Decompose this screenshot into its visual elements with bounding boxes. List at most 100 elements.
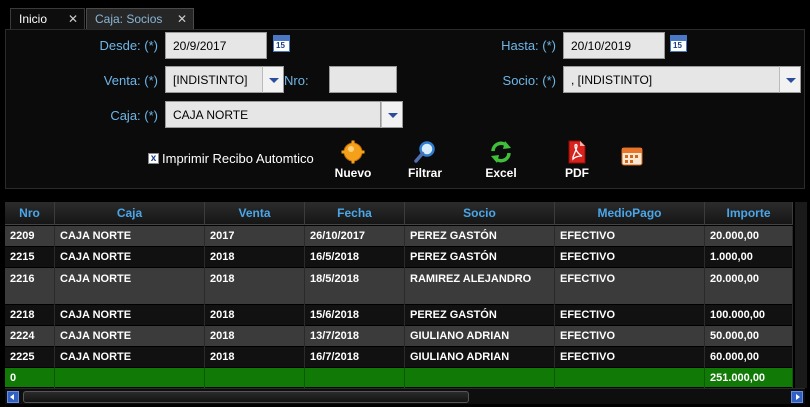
cell-socio: GIULIANO ADRIAN (405, 347, 555, 368)
column-header-caja[interactable]: Caja (55, 202, 205, 225)
table-row[interactable]: 2224 CAJA NORTE 2018 13/7/2018 GIULIANO … (5, 326, 793, 347)
total-nro: 0 (5, 368, 55, 388)
nuevo-button[interactable]: Nuevo (333, 140, 373, 180)
cell-venta: 2017 (205, 226, 305, 247)
socio-select[interactable]: , [INDISTINTO] (563, 66, 780, 93)
cell-venta: 2018 (205, 347, 305, 368)
cell-socio: GIULIANO ADRIAN (405, 326, 555, 347)
caja-select[interactable]: CAJA NORTE (165, 101, 381, 128)
cell-caja: CAJA NORTE (55, 326, 205, 347)
hasta-label: Hasta: (*) (501, 38, 556, 53)
cell-importe: 100.000,00 (705, 305, 793, 326)
pdf-document-icon (568, 140, 586, 164)
table-row[interactable]: 2225 CAJA NORTE 2018 16/7/2018 GIULIANO … (5, 347, 793, 368)
cell-mediopago: EFECTIVO (555, 268, 705, 305)
total-caja (55, 368, 205, 388)
venta-dropdown-button[interactable] (262, 66, 284, 93)
cell-mediopago: EFECTIVO (555, 347, 705, 368)
cell-mediopago: EFECTIVO (555, 305, 705, 326)
cell-fecha: 26/10/2017 (305, 226, 405, 247)
filtrar-button[interactable]: Filtrar (405, 140, 445, 180)
cell-importe: 60.000,00 (705, 347, 793, 368)
cell-socio: PEREZ GASTÓN (405, 226, 555, 247)
column-header-mediopago[interactable]: MedioPago (555, 202, 705, 225)
column-header-importe[interactable]: Importe (705, 202, 793, 225)
refresh-arrows-icon (491, 141, 511, 163)
cell-caja: CAJA NORTE (55, 268, 205, 305)
cell-importe: 20.000,00 (705, 226, 793, 247)
column-header-fecha[interactable]: Fecha (305, 202, 405, 225)
close-icon[interactable]: ✕ (177, 12, 187, 26)
cell-venta: 2018 (205, 326, 305, 347)
new-star-icon (341, 140, 365, 164)
imprimir-recibo-checkbox[interactable]: x (148, 153, 159, 164)
cell-nro: 2216 (5, 268, 55, 305)
cell-nro: 2209 (5, 226, 55, 247)
hasta-date-input[interactable]: 20/10/2019 (563, 32, 665, 59)
calendar-icon (621, 147, 643, 166)
cell-fecha: 15/6/2018 (305, 305, 405, 326)
venta-select[interactable]: [INDISTINTO] (165, 66, 263, 93)
magnifier-icon (414, 141, 435, 163)
calendar-icon-number: 15 (673, 41, 682, 50)
cell-mediopago: EFECTIVO (555, 226, 705, 247)
nro-input[interactable] (329, 66, 397, 93)
calendar-icon-number: 15 (276, 41, 285, 50)
caja-label: Caja: (*) (110, 108, 158, 123)
excel-button[interactable]: Excel (481, 140, 521, 180)
total-venta (205, 368, 305, 388)
cell-mediopago: EFECTIVO (555, 247, 705, 268)
table-row[interactable]: 2218 CAJA NORTE 2018 15/6/2018 PEREZ GAS… (5, 305, 793, 326)
table-total-row: 0 251.000,00 (5, 368, 793, 388)
total-mediopago (555, 368, 705, 388)
cell-importe: 50.000,00 (705, 326, 793, 347)
cell-nro: 2224 (5, 326, 55, 347)
cell-venta: 2018 (205, 268, 305, 305)
socio-dropdown-button[interactable] (779, 66, 801, 93)
tab-inicio-label: Inicio (19, 12, 48, 26)
cell-nro: 2218 (5, 305, 55, 326)
table-row[interactable]: 2209 CAJA NORTE 2017 26/10/2017 PEREZ GA… (5, 226, 793, 247)
cell-nro: 2215 (5, 247, 55, 268)
tab-bar: Inicio ✕ Caja: Socios ✕ (0, 0, 810, 30)
vertical-scrollbar[interactable] (795, 202, 807, 388)
desde-label: Desde: (*) (99, 38, 158, 53)
horizontal-scrollbar[interactable] (5, 388, 805, 404)
filtrar-label: Filtrar (407, 166, 442, 180)
calendar-icon[interactable]: 15 (273, 35, 290, 52)
scroll-thumb[interactable] (23, 391, 469, 403)
cell-caja: CAJA NORTE (55, 247, 205, 268)
pdf-button[interactable]: PDF (559, 140, 595, 180)
cell-fecha: 16/5/2018 (305, 247, 405, 268)
column-header-venta[interactable]: Venta (205, 202, 305, 225)
table-row[interactable]: 2215 CAJA NORTE 2018 16/5/2018 PEREZ GAS… (5, 247, 793, 268)
cell-socio: RAMIREZ ALEJANDRO (405, 268, 555, 305)
caja-dropdown-button[interactable] (381, 101, 403, 128)
nuevo-label: Nuevo (334, 166, 372, 180)
cell-venta: 2018 (205, 305, 305, 326)
total-fecha (305, 368, 405, 388)
tab-caja-socios[interactable]: Caja: Socios ✕ (86, 8, 194, 30)
total-socio (405, 368, 555, 388)
column-header-nro[interactable]: Nro (5, 202, 55, 225)
total-importe: 251.000,00 (705, 368, 793, 388)
calendar-icon[interactable]: 15 (670, 35, 687, 52)
cell-mediopago: EFECTIVO (555, 326, 705, 347)
cell-fecha: 16/7/2018 (305, 347, 405, 368)
tab-caja-socios-label: Caja: Socios (95, 12, 163, 26)
tab-inicio[interactable]: Inicio ✕ (10, 8, 85, 30)
desde-date-input[interactable]: 20/9/2017 (165, 32, 267, 59)
column-header-socio[interactable]: Socio (405, 202, 555, 225)
cell-importe: 1.000,00 (705, 247, 793, 268)
table-row[interactable]: 2216 CAJA NORTE 2018 18/5/2018 RAMIREZ A… (5, 268, 793, 305)
cell-fecha: 13/7/2018 (305, 326, 405, 347)
nro-label: Nro: (284, 73, 309, 88)
socio-label: Socio: (*) (502, 73, 556, 88)
pdf-label: PDF (565, 166, 589, 180)
calendar-view-button[interactable] (620, 146, 644, 166)
cell-nro: 2225 (5, 347, 55, 368)
scroll-left-button[interactable] (7, 391, 19, 403)
cell-importe: 20.000,00 (705, 268, 793, 305)
close-icon[interactable]: ✕ (68, 12, 78, 26)
scroll-right-button[interactable] (791, 391, 803, 403)
